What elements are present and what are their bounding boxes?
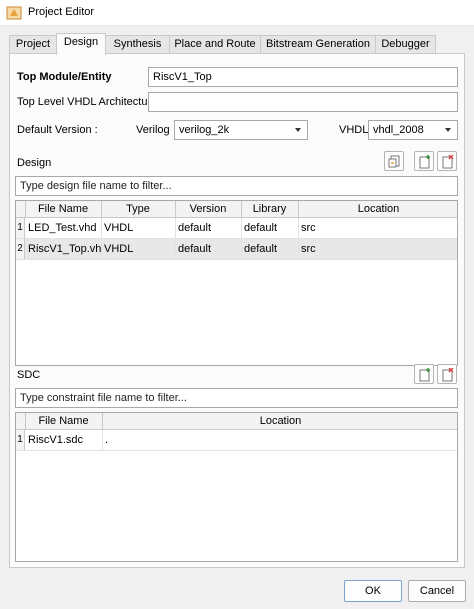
column-header-location[interactable]: Location <box>102 413 457 429</box>
remove-file-button[interactable] <box>437 151 457 171</box>
row-number: 1 <box>16 218 25 238</box>
table-row[interactable]: 1 RiscV1.sdc . <box>16 430 457 451</box>
top-module-input[interactable]: RiscV1_Top <box>148 67 458 87</box>
column-header-file-name[interactable]: File Name <box>25 201 102 217</box>
import-file-button[interactable] <box>384 151 404 171</box>
column-header-location[interactable]: Location <box>298 201 457 217</box>
cell-file-name: LED_Test.vhd <box>25 218 102 238</box>
column-header-file-name[interactable]: File Name <box>25 413 103 429</box>
design-filter-input[interactable]: Type design file name to filter... <box>15 176 458 196</box>
cell-version: default <box>175 239 242 259</box>
verilog-version-value: verilog_2k <box>179 124 230 136</box>
verilog-version-select[interactable]: verilog_2k <box>174 120 308 140</box>
add-file-icon <box>419 368 430 382</box>
tab-design[interactable]: Design <box>56 33 106 55</box>
cell-version: default <box>175 218 242 238</box>
design-panel: Top Module/Entity RiscV1_Top Top Level V… <box>9 53 465 568</box>
cell-library: default <box>241 218 299 238</box>
tab-synthesis[interactable]: Synthesis <box>105 35 170 54</box>
column-header-library[interactable]: Library <box>241 201 299 217</box>
vhdl-label: VHDL <box>339 124 369 136</box>
cell-location: src <box>301 243 316 255</box>
verilog-label: Verilog <box>136 124 170 136</box>
title-bar: Project Editor <box>0 0 474 26</box>
add-file-button[interactable] <box>414 151 434 171</box>
cancel-button[interactable]: Cancel <box>408 580 466 602</box>
table-row[interactable]: 2 RiscV1_Top.vhd VHDL default default sr… <box>16 239 457 260</box>
import-file-icon <box>388 155 400 168</box>
cell-file-name: RiscV1.sdc <box>25 430 103 450</box>
top-arch-label: Top Level VHDL Architecture <box>17 96 158 108</box>
cell-location: . <box>105 434 109 446</box>
top-module-label: Top Module/Entity <box>17 71 112 83</box>
tab-bitstream-generation[interactable]: Bitstream Generation <box>260 35 376 54</box>
ok-button[interactable]: OK <box>344 580 402 602</box>
column-header-type[interactable]: Type <box>101 201 176 217</box>
row-number: 1 <box>16 430 25 450</box>
add-file-icon <box>419 155 430 169</box>
design-file-table: File Name Type Version Library Location … <box>15 200 458 366</box>
cell-type: VHDL <box>101 239 176 259</box>
tab-debugger[interactable]: Debugger <box>375 35 436 54</box>
chevron-down-icon <box>445 128 451 132</box>
remove-constraint-button[interactable] <box>437 364 457 384</box>
cell-location: src <box>301 222 316 234</box>
cell-library: default <box>241 239 299 259</box>
design-table-header: File Name Type Version Library Location <box>16 201 457 218</box>
tab-project[interactable]: Project <box>9 35 57 54</box>
cell-type: VHDL <box>101 218 176 238</box>
window-title: Project Editor <box>28 6 95 18</box>
top-arch-input[interactable] <box>148 92 458 112</box>
default-version-label: Default Version : <box>17 124 98 136</box>
vhdl-version-value: vhdl_2008 <box>373 124 424 136</box>
app-logo-icon <box>6 6 22 20</box>
row-number: 2 <box>16 239 25 259</box>
sdc-file-table: File Name Location 1 RiscV1.sdc . <box>15 412 458 562</box>
remove-file-icon <box>442 368 454 382</box>
chevron-down-icon <box>295 128 301 132</box>
design-section-label: Design <box>17 157 52 169</box>
column-header-version[interactable]: Version <box>175 201 242 217</box>
cell-file-name: RiscV1_Top.vhd <box>25 239 102 259</box>
table-row[interactable]: 1 LED_Test.vhd VHDL default default src <box>16 218 457 239</box>
sdc-table-header: File Name Location <box>16 413 457 430</box>
remove-file-icon <box>442 155 454 169</box>
vhdl-version-select[interactable]: vhdl_2008 <box>368 120 458 140</box>
add-constraint-button[interactable] <box>414 364 434 384</box>
tab-place-and-route[interactable]: Place and Route <box>169 35 261 54</box>
sdc-filter-input[interactable]: Type constraint file name to filter... <box>15 388 458 408</box>
sdc-section-label: SDC <box>17 369 41 381</box>
